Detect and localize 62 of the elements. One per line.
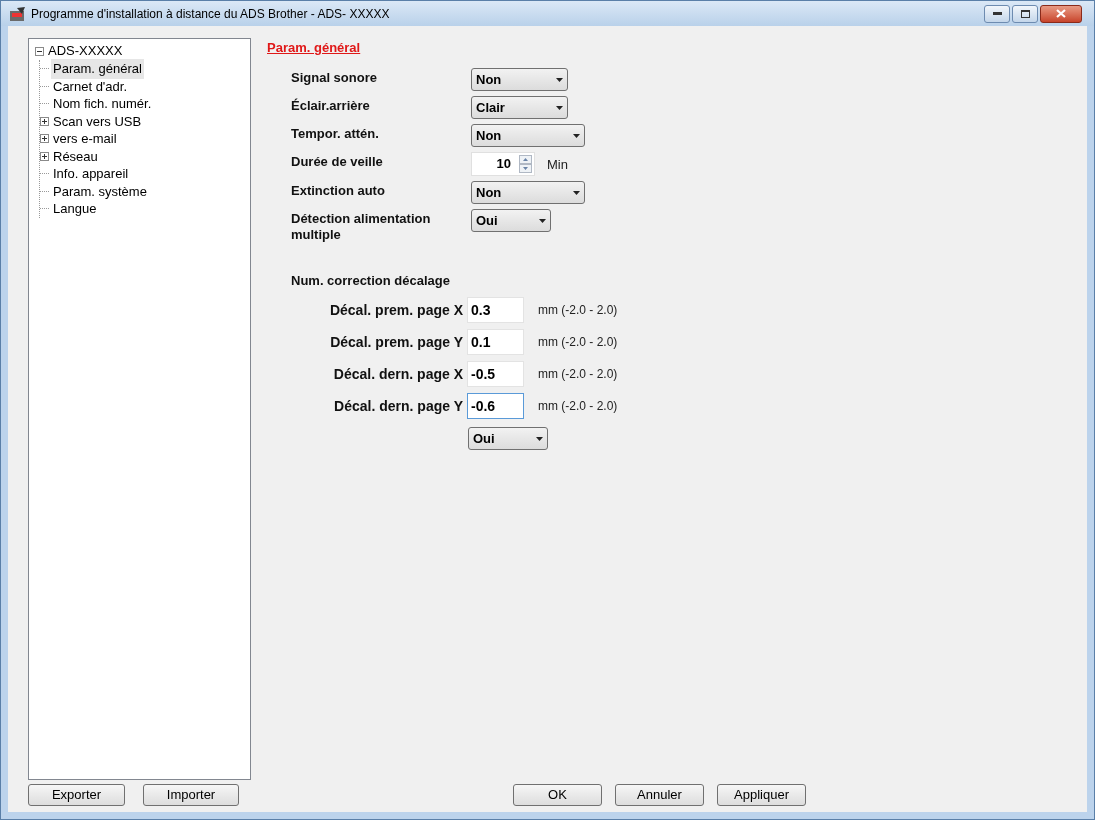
offset-label: Décal. prem. page X: [328, 300, 464, 320]
setting-label: Durée de veille: [291, 153, 384, 170]
tree-item[interactable]: Info. appareil: [51, 164, 131, 184]
dropdown[interactable]: Oui: [471, 209, 551, 232]
section-heading: Num. correction décalage: [291, 272, 451, 290]
close-icon: [1056, 9, 1066, 18]
caret-icon: [556, 105, 563, 110]
dropdown[interactable]: Non: [471, 68, 568, 91]
input-field[interactable]: -0.5: [467, 361, 524, 387]
close-button[interactable]: [1040, 4, 1082, 23]
button[interactable]: Appliquer: [717, 784, 806, 806]
dropdown[interactable]: Non: [471, 181, 585, 204]
tree-item[interactable]: Nom fich. numér.: [51, 94, 154, 114]
unit-label: Min: [547, 156, 568, 174]
offset-label: Décal. dern. page Y: [333, 396, 464, 416]
maximize-button[interactable]: [1012, 4, 1038, 23]
tree-item[interactable]: vers e-mail: [51, 129, 119, 149]
maximize-icon: [1020, 9, 1030, 18]
tree-item[interactable]: ADS-XXXXX: [48, 41, 123, 61]
tree-item[interactable]: Param. système: [51, 181, 149, 201]
range-label: mm (-2.0 - 2.0): [538, 302, 618, 319]
caret-icon: [556, 77, 563, 82]
expand-icon[interactable]: [40, 151, 49, 161]
spin-arrows-icon[interactable]: [519, 155, 532, 173]
caret-icon: [539, 218, 546, 223]
input-field[interactable]: 0.3: [467, 297, 524, 323]
button[interactable]: Importer: [143, 784, 239, 806]
button[interactable]: OK: [513, 784, 602, 806]
tree-item[interactable]: Langue: [51, 199, 99, 219]
setting-label: Extinction auto: [291, 182, 386, 199]
dropdown[interactable]: Oui: [468, 427, 548, 450]
app-icon: [9, 5, 27, 22]
dropdown[interactable]: Non: [471, 124, 585, 147]
button[interactable]: Annuler: [615, 784, 704, 806]
dropdown[interactable]: Clair: [471, 96, 568, 119]
collapse-icon[interactable]: [35, 46, 44, 56]
number-spinner[interactable]: 10: [471, 152, 535, 176]
range-label: mm (-2.0 - 2.0): [538, 334, 618, 351]
caret-icon: [536, 436, 543, 441]
section-title: Param. général: [267, 39, 362, 57]
tree-item[interactable]: Param. général: [51, 59, 144, 79]
input-field[interactable]: 0.1: [467, 329, 524, 355]
setting-label: Éclair.arrière: [291, 97, 371, 114]
offset-label: Décal. dern. page X: [332, 364, 464, 384]
tree-item[interactable]: Réseau: [51, 146, 100, 166]
expand-icon[interactable]: [40, 116, 49, 126]
setting-label: Détection alimentation multiple: [291, 210, 432, 243]
minimize-button[interactable]: [984, 4, 1010, 23]
caret-icon: [573, 190, 580, 195]
range-label: mm (-2.0 - 2.0): [538, 398, 618, 415]
tree-item[interactable]: Carnet d'adr.: [51, 76, 130, 96]
input-field[interactable]: -0.6: [467, 393, 524, 419]
expand-icon[interactable]: [40, 134, 49, 144]
caret-icon: [573, 133, 580, 138]
minimize-icon: [992, 12, 1002, 15]
window-title: Programme d'installation à distance du ADS Brother - ADS- XXXXX: [31, 5, 390, 23]
setting-label: Signal sonore: [291, 69, 378, 86]
range-label: mm (-2.0 - 2.0): [538, 366, 618, 383]
setting-label: Tempor. attén.: [291, 125, 380, 142]
offset-label: Décal. prem. page Y: [329, 332, 464, 352]
tree-item[interactable]: Scan vers USB: [51, 111, 144, 131]
button[interactable]: Exporter: [28, 784, 125, 806]
